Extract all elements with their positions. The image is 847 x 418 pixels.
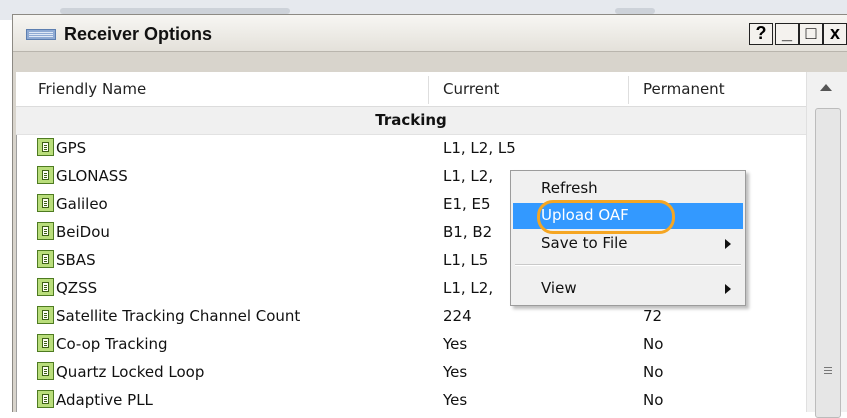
close-button[interactable]: x (823, 23, 847, 45)
menu-item-view[interactable]: View (513, 276, 743, 302)
config-item-icon (37, 278, 54, 296)
scrollbar-thumb[interactable] (815, 108, 841, 418)
item-current-value: L1, L5 (443, 251, 489, 269)
item-name: Co-op Tracking (56, 335, 168, 353)
item-current-value: E1, E5 (443, 195, 491, 213)
item-permanent-value: No (643, 335, 664, 353)
grip-icon (824, 367, 832, 368)
item-permanent-value: 72 (643, 307, 663, 325)
config-item-icon (37, 334, 54, 352)
item-current-value: Yes (443, 363, 468, 381)
list-item[interactable]: GPS L1, L2, L5 (16, 135, 806, 163)
config-item-icon (37, 194, 54, 212)
list-item[interactable]: Satellite Tracking Channel Count 224 72 (16, 303, 806, 331)
column-divider[interactable] (628, 76, 629, 104)
config-item-icon (37, 306, 54, 324)
config-item-icon (37, 222, 54, 240)
column-header-current[interactable]: Current (443, 72, 499, 106)
item-permanent-value: No (643, 391, 664, 409)
config-item-icon (37, 362, 54, 380)
config-item-icon (37, 138, 54, 156)
item-name: GLONASS (56, 167, 128, 185)
maximize-button[interactable]: □ (799, 23, 823, 45)
annotation-highlight-outline (537, 200, 675, 234)
list-window-icon (26, 29, 56, 40)
item-name: QZSS (56, 279, 98, 297)
menu-item-save-to-file[interactable]: Save to File (513, 231, 743, 257)
item-current-value: Yes (443, 391, 468, 409)
column-divider[interactable] (428, 76, 429, 104)
menu-item-label: Save to File (541, 234, 628, 252)
menu-item-refresh[interactable]: Refresh (513, 176, 743, 202)
item-current-value: 224 (443, 307, 472, 325)
item-current-value: L1, L2, (443, 279, 494, 297)
item-current-value: Yes (443, 335, 468, 353)
vertical-scrollbar[interactable] (806, 72, 847, 418)
item-name: Satellite Tracking Channel Count (56, 307, 301, 325)
context-menu: Refresh Upload OAF Save to File View (510, 170, 746, 306)
help-button[interactable]: ? (749, 23, 773, 45)
config-item-icon (37, 250, 54, 268)
item-current-value: B1, B2 (443, 223, 493, 241)
item-name: Adaptive PLL (56, 391, 153, 409)
config-item-icon (37, 390, 54, 408)
column-header-friendly-name[interactable]: Friendly Name (38, 72, 146, 106)
title-bar[interactable]: Receiver Options ? _ □ x (13, 15, 847, 52)
item-name: BeiDou (56, 223, 110, 241)
section-header-tracking: Tracking (16, 107, 806, 135)
item-current-value: L1, L2, L5 (443, 139, 516, 157)
item-permanent-value: No (643, 363, 664, 381)
list-item[interactable]: Co-op Tracking Yes No (16, 331, 806, 359)
list-item[interactable]: Adaptive PLL Yes No (16, 387, 806, 415)
item-name: Quartz Locked Loop (56, 363, 205, 381)
window-title: Receiver Options (64, 24, 213, 44)
minimize-button[interactable]: _ (775, 23, 799, 45)
submenu-arrow-icon (725, 239, 731, 249)
item-current-value: L1, L2, (443, 167, 494, 185)
config-item-icon (37, 166, 54, 184)
item-name: GPS (56, 139, 87, 157)
item-name: Galileo (56, 195, 108, 213)
scroll-up-arrow-icon[interactable] (807, 72, 847, 106)
item-name: SBAS (56, 251, 96, 269)
menu-separator (515, 264, 741, 266)
column-header-permanent[interactable]: Permanent (643, 72, 725, 106)
menu-item-label: Refresh (541, 179, 598, 197)
list-item[interactable]: Quartz Locked Loop Yes No (16, 359, 806, 387)
list-header: Friendly Name Current Permanent (16, 72, 847, 107)
submenu-arrow-icon (725, 284, 731, 294)
menu-item-label: View (541, 279, 577, 297)
